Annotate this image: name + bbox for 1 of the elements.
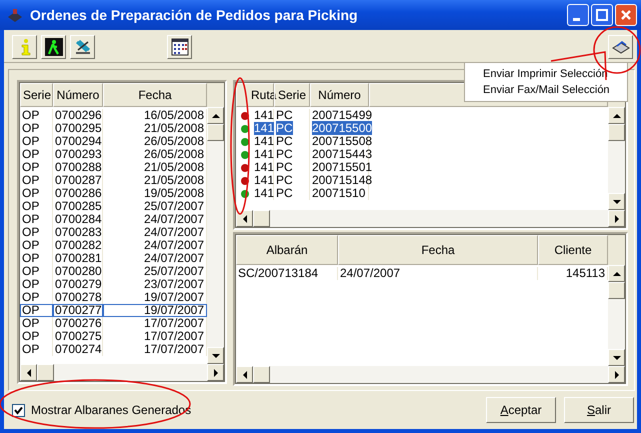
window-title: Ordenes de Preparación de Pedidos para Picking <box>30 7 358 23</box>
